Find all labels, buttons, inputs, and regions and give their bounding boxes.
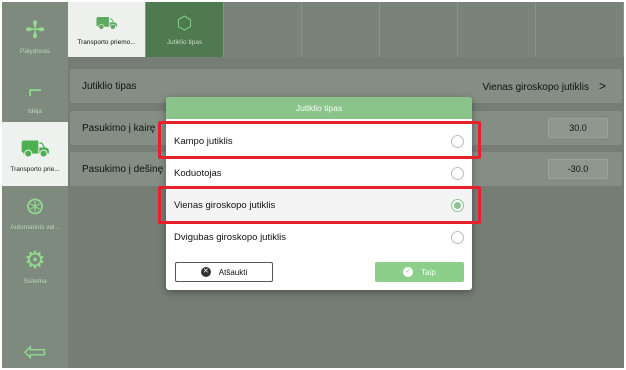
sensor-type-label: Jutiklio tipas — [82, 80, 137, 92]
exit-icon: ⇦ — [23, 336, 47, 367]
sensor-icon: ⬡ — [176, 13, 193, 33]
tab-empty — [536, 2, 624, 57]
tractor-icon: ⛟ — [95, 13, 118, 33]
close-icon: ✕ — [200, 267, 211, 277]
highlight-box-single-gyro — [158, 186, 481, 224]
cancel-button[interactable]: ✕ Atšaukti — [175, 262, 273, 282]
sidebar-item-label: Sistema — [23, 277, 47, 285]
tab-label: Jutiklio tipas — [166, 39, 203, 46]
gear-icon: ⚙ — [24, 246, 46, 274]
sidebar-item-label: Idėja — [27, 107, 43, 115]
radio-button[interactable] — [451, 230, 464, 244]
satellite-icon: ✢ — [24, 16, 46, 44]
option-label: Dvigubas giroskopo jutiklis — [174, 231, 286, 243]
turn-right-input[interactable]: -30.0 — [548, 159, 608, 179]
cancel-label: Atšaukti — [218, 267, 248, 277]
turn-left-label: Pasukimo į kairę — [82, 122, 156, 134]
tractor-icon: ⛟ — [19, 134, 51, 162]
option-label: Koduotojas — [174, 167, 222, 179]
sidebar-item-label: Palydovas — [20, 47, 50, 55]
tab-empty — [224, 2, 302, 57]
tab-label: Transporto priemo... — [77, 39, 136, 46]
confirm-button[interactable]: ✓ Taip — [375, 262, 464, 282]
sidebar-item-label: Automatinis val... — [10, 223, 60, 231]
steering-wheel-icon: ⊛ — [24, 192, 46, 220]
turn-left-input[interactable]: 30.0 — [548, 118, 608, 138]
sidebar-item-vehicle[interactable]: ⛟ Transporto prie... — [2, 122, 68, 186]
sidebar-item-satellite[interactable]: ✢ Palydovas — [2, 4, 68, 68]
exit-button[interactable]: ⇦ — [2, 320, 68, 370]
idea-icon: ⌐ — [27, 76, 42, 104]
option-dual-gyro[interactable]: Dvigubas giroskopo jutiklis — [166, 221, 472, 253]
turn-right-label: Pasukimo į dešinę — [82, 163, 164, 175]
dialog-title: Jutiklio tipas — [166, 97, 472, 119]
confirm-label: Taip — [421, 267, 436, 277]
sensor-type-value: Vienas giroskopo jutiklis > — [482, 79, 606, 93]
tab-empty — [302, 2, 380, 57]
sidebar: ✢ Palydovas ⌐ Idėja ⛟ Transporto prie...… — [2, 2, 68, 368]
tab-sensor-type[interactable]: ⬡ Jutiklio tipas — [146, 2, 224, 57]
tab-vehicle[interactable]: ⛟ Transporto priemo... — [68, 2, 146, 57]
radio-button[interactable] — [451, 166, 464, 180]
chevron-right-icon: > — [598, 79, 606, 93]
sidebar-item-label: Transporto prie... — [10, 165, 60, 173]
option-encoder[interactable]: Koduotojas — [166, 157, 472, 189]
highlight-box-angle-sensor — [158, 121, 481, 159]
sidebar-item-idea[interactable]: ⌐ Idėja — [2, 64, 68, 128]
sensor-type-value-text: Vienas giroskopo jutiklis — [482, 82, 589, 93]
sidebar-item-system[interactable]: ⚙ Sistema — [2, 234, 68, 298]
checkmark-icon: ✓ — [403, 267, 414, 277]
tab-empty — [380, 2, 458, 57]
tab-empty — [458, 2, 536, 57]
tab-bar: ⛟ Transporto priemo... ⬡ Jutiklio tipas — [68, 2, 624, 57]
